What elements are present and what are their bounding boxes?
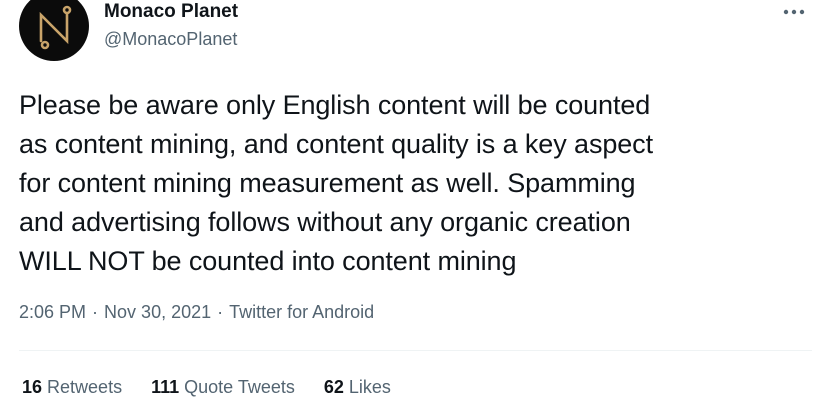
display-name[interactable]: Monaco Planet bbox=[104, 1, 238, 23]
meta-separator: · bbox=[217, 302, 224, 322]
tweet-card: Monaco Planet @MonacoPlanet Please be aw… bbox=[0, 0, 830, 400]
tweet-date[interactable]: Nov 30, 2021 bbox=[104, 300, 211, 324]
retweets-count: 16 bbox=[22, 377, 43, 397]
quote-tweets-count: 111 bbox=[151, 377, 180, 397]
monaco-planet-logo-icon bbox=[39, 5, 72, 50]
more-horizontal-icon bbox=[783, 9, 805, 15]
tweet-source[interactable]: Twitter for Android bbox=[229, 300, 374, 324]
quote-tweets-label: Quote Tweets bbox=[184, 377, 295, 397]
likes-label: Likes bbox=[348, 377, 391, 397]
user-handle[interactable]: @MonacoPlanet bbox=[104, 28, 237, 50]
tweet-text-line: WILL NOT be counted into content mining bbox=[19, 246, 517, 276]
quote-tweets-stat[interactable]: 111 Quote Tweets bbox=[151, 375, 295, 399]
divider bbox=[19, 350, 812, 351]
meta-separator: · bbox=[92, 302, 99, 322]
tweet-text: Please be aware only English content wil… bbox=[19, 86, 819, 281]
tweet-time[interactable]: 2:06 PM bbox=[19, 300, 86, 324]
tweet-meta: 2:06 PM · Nov 30, 2021 · Twitter for And… bbox=[19, 300, 374, 324]
tweet-text-line: and advertising follows without any orga… bbox=[19, 207, 631, 237]
retweets-label: Retweets bbox=[47, 377, 123, 397]
more-options-button[interactable] bbox=[776, 0, 812, 24]
likes-count: 62 bbox=[323, 377, 344, 397]
engagement-stats: 16 Retweets 111 Quote Tweets 62 Likes bbox=[22, 375, 391, 399]
tweet-text-line: Please be aware only English content wil… bbox=[19, 90, 651, 120]
tweet-text-line: for content mining measurement as well. … bbox=[19, 168, 636, 198]
likes-stat[interactable]: 62 Likes bbox=[324, 375, 391, 399]
retweets-stat[interactable]: 16 Retweets bbox=[22, 375, 122, 399]
avatar[interactable] bbox=[19, 0, 89, 61]
tweet-text-line: as content mining, and content quality i… bbox=[19, 129, 653, 159]
